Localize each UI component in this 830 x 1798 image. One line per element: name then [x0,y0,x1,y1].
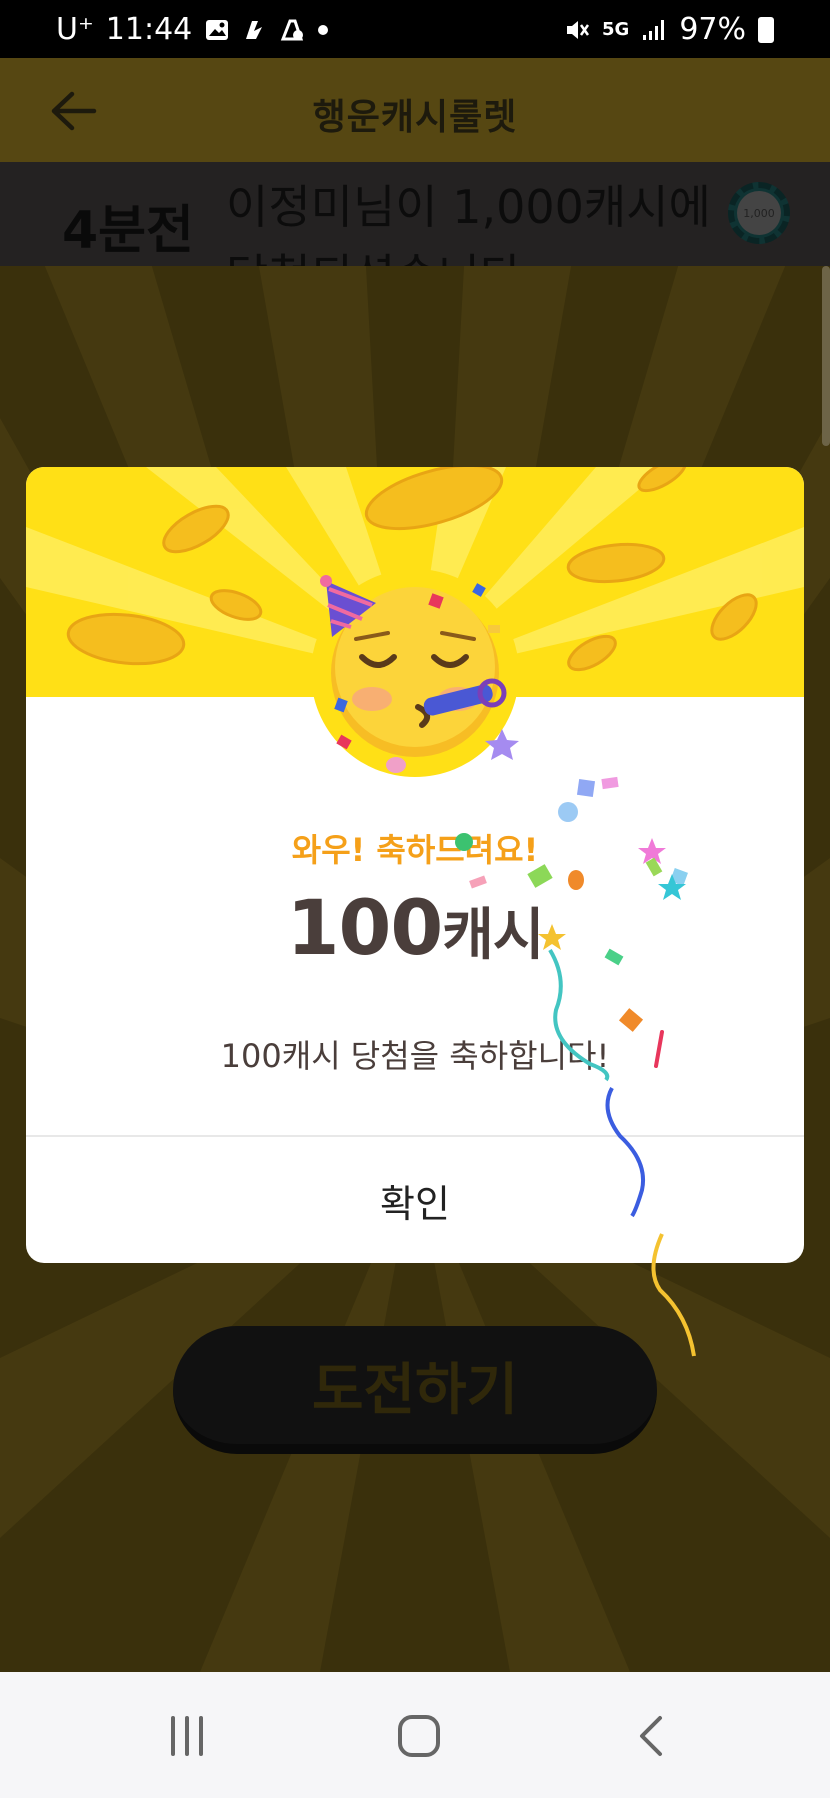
prize-amount: 100캐시 [26,883,804,972]
prize-unit: 캐시 [442,903,544,968]
carrier-label: U⁺ [56,12,94,47]
time-label: 11:44 [105,12,193,47]
gallery-icon [206,19,229,40]
chip-label: 1,000 [737,191,781,235]
system-nav-bar [0,1672,830,1798]
confirm-button-label: 확인 [380,1181,450,1226]
scrollbar[interactable] [822,266,830,446]
home-icon[interactable] [379,1696,459,1776]
battery-icon [758,16,774,43]
ticker-message-line2: 당첨되셨습니다 [226,240,522,266]
ticker-message: 이정미님이 1,000캐시에 [226,180,711,234]
recent-apps-icon[interactable] [147,1696,227,1776]
congrats-heading: 와우! 축하드려요! [291,831,539,869]
network-label: 5G [602,19,630,40]
winner-ticker: 4분전 이정미님이 1,000캐시에 당첨되셨습니다 [0,162,830,266]
app-notification-icon [246,20,263,39]
celebration-emoji-area [311,569,519,777]
win-dialog: 와우! 축하드려요! 100캐시 100캐시 당첨을 축하합니다! 확인 [26,467,804,1263]
mute-icon [567,20,590,39]
challenge-button-label: 도전하기 [311,1357,519,1423]
battery-percent: 97% [679,12,746,47]
cash-chip-icon: 1,000 [728,182,790,244]
app-notification-icon [281,19,304,40]
status-bar: U⁺ 11:44 5G 97% [0,0,830,58]
app-header: 행운캐시룰렛 [0,58,830,162]
back-icon[interactable] [612,1696,692,1776]
more-notifications-dot [318,24,329,35]
challenge-button[interactable]: 도전하기 [173,1326,657,1454]
prize-number: 100 [286,883,444,972]
confirm-button[interactable]: 확인 [26,1137,804,1263]
signal-icon [643,19,665,40]
page-title: 행운캐시룰렛 [312,97,518,138]
ticker-time-ago: 4분전 [62,201,194,261]
prize-description: 100캐시 당첨을 축하합니다! [220,1037,610,1075]
